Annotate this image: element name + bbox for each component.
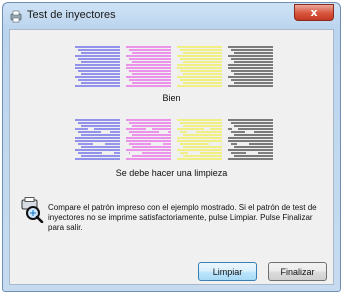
close-icon: x: [310, 6, 318, 19]
bad-nozzle-pattern: [75, 119, 273, 160]
printer-magnifier-icon: [21, 197, 44, 223]
pattern-block: [177, 46, 222, 87]
pattern-block: [75, 119, 120, 160]
good-pattern-caption: Bien: [162, 93, 181, 103]
clean-button[interactable]: Limpiar: [198, 262, 257, 281]
pattern-block: [126, 46, 171, 87]
close-button[interactable]: x: [294, 4, 334, 21]
pattern-block: [228, 46, 273, 87]
pattern-block: [177, 119, 222, 160]
title-bar[interactable]: Test de inyectores x: [3, 3, 340, 29]
finish-button[interactable]: Finalizar: [268, 262, 327, 281]
printer-icon: [10, 10, 22, 23]
nozzle-check-window: Test de inyectores x Bien Se debe hacer …: [2, 2, 341, 292]
dialog-body: Bien Se debe hacer una limpieza Compare …: [9, 29, 334, 285]
window-title: Test de inyectores: [27, 9, 116, 21]
pattern-block: [126, 119, 171, 160]
bad-pattern-caption: Se debe hacer una limpieza: [115, 168, 228, 178]
pattern-block: [75, 46, 120, 87]
pattern-block: [228, 119, 273, 160]
instructions-text: Compare el patrón impreso con el ejemplo…: [48, 203, 317, 232]
good-nozzle-pattern: [75, 46, 273, 87]
